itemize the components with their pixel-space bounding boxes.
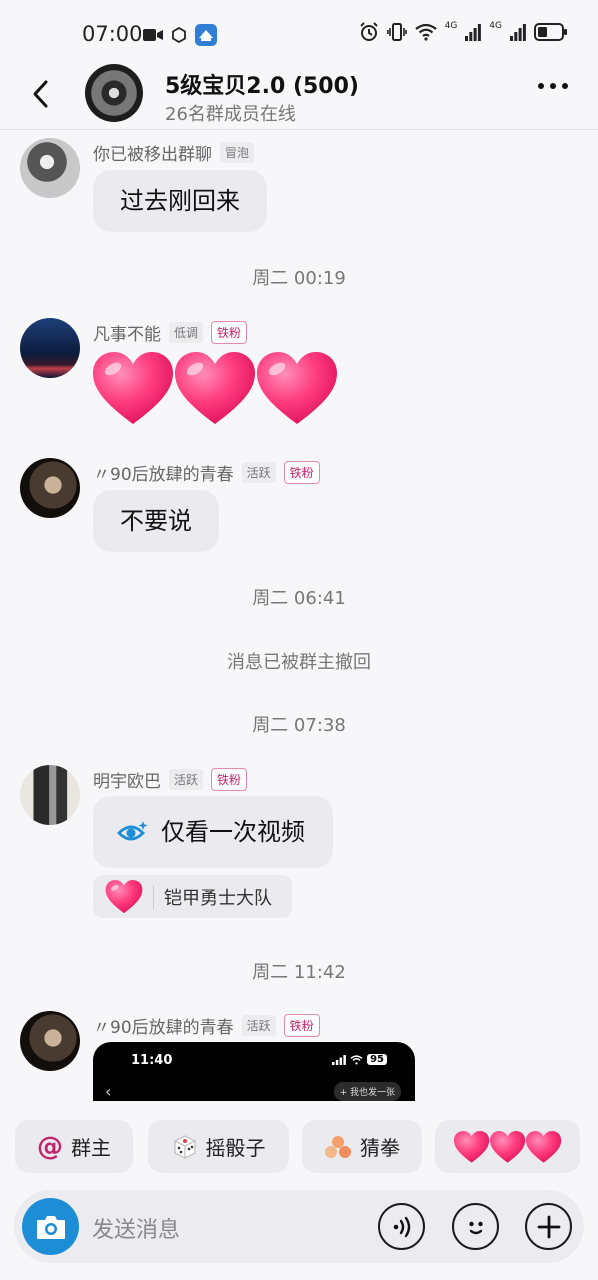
add-button[interactable] bbox=[525, 1203, 572, 1250]
image-pill: + 我也发一张 bbox=[333, 1082, 401, 1101]
status-bar: 07:00 4G 4G bbox=[0, 0, 598, 66]
rock-paper-scissors-button[interactable]: 猜拳 bbox=[302, 1120, 422, 1173]
timestamp: 周二 11:42 bbox=[252, 962, 346, 983]
mention-owner-button[interactable]: @ 群主 bbox=[15, 1120, 133, 1173]
message-input-bar: 发送消息 bbox=[14, 1190, 584, 1263]
heart-icon bbox=[105, 879, 143, 913]
chevron-left-icon: ‹ bbox=[105, 1082, 112, 1101]
plus-icon bbox=[537, 1215, 560, 1238]
heart-icon bbox=[175, 352, 255, 424]
at-icon: @ bbox=[37, 1131, 63, 1162]
sender-name: 凡事不能 bbox=[93, 325, 161, 345]
message-bubble[interactable]: 过去刚回来 bbox=[93, 170, 267, 232]
view-once-icon bbox=[117, 821, 148, 841]
emoji-button[interactable] bbox=[452, 1203, 499, 1250]
wifi-icon bbox=[414, 23, 437, 41]
quick-action-bar: @ 群主 摇骰子 猜拳 bbox=[0, 1115, 598, 1179]
network-type-2: 4G bbox=[489, 21, 502, 31]
app-notification-icon bbox=[195, 24, 217, 46]
avatar[interactable] bbox=[20, 138, 80, 198]
avatar[interactable] bbox=[20, 318, 80, 378]
fan-tag: 铁粉 bbox=[283, 1014, 320, 1037]
battery-icon bbox=[534, 23, 567, 41]
avatar[interactable] bbox=[20, 1011, 80, 1071]
level-tag: 活跃 bbox=[241, 1015, 276, 1036]
view-once-label: 仅看一次视频 bbox=[161, 818, 305, 846]
signal-4g-icon-2 bbox=[510, 24, 526, 41]
chat-messages[interactable]: 你已被移出群聊 冒泡 过去刚回来 周二 00:19 凡事不能 低调 铁粉 〃90… bbox=[0, 131, 598, 1101]
rock-paper-scissors-icon bbox=[325, 1135, 351, 1158]
sender-name: 明宇欧巴 bbox=[93, 772, 161, 792]
voice-button[interactable] bbox=[378, 1203, 425, 1250]
message-input[interactable]: 发送消息 bbox=[92, 1212, 180, 1244]
fan-tag: 铁粉 bbox=[211, 768, 248, 791]
back-button[interactable] bbox=[24, 76, 56, 112]
message-bubble[interactable]: 不要说 bbox=[93, 490, 219, 552]
video-icon bbox=[143, 29, 163, 41]
alarm-icon bbox=[359, 22, 378, 41]
chevron-left-icon bbox=[33, 80, 48, 108]
level-tag: 冒泡 bbox=[220, 142, 255, 163]
signal-4g-icon bbox=[465, 24, 482, 41]
signal-icon bbox=[332, 1054, 346, 1065]
view-once-video-bubble[interactable]: 仅看一次视频 bbox=[93, 796, 333, 868]
group-avatar[interactable] bbox=[85, 64, 143, 122]
camera-icon bbox=[36, 1215, 65, 1239]
camera-button[interactable] bbox=[22, 1198, 79, 1255]
sender-name: 你已被移出群聊 bbox=[93, 145, 212, 165]
chat-header: 5级宝贝2.0 (500) 26名群成员在线 bbox=[0, 58, 598, 130]
avatar[interactable] bbox=[20, 765, 80, 825]
fan-tag: 铁粉 bbox=[283, 461, 320, 484]
reaction-user: 铠甲勇士大队 bbox=[164, 887, 272, 909]
image-time: 11:40 bbox=[131, 1053, 173, 1068]
timestamp: 周二 06:41 bbox=[252, 588, 346, 609]
hearts-button[interactable] bbox=[435, 1120, 580, 1173]
heart-emoji-message[interactable] bbox=[93, 352, 337, 426]
status-time: 07:00 bbox=[82, 22, 143, 46]
avatar[interactable] bbox=[20, 458, 80, 518]
wifi-icon bbox=[350, 1054, 363, 1064]
network-type-1: 4G bbox=[444, 21, 458, 31]
timestamp: 周二 07:38 bbox=[252, 715, 346, 736]
online-count: 26名群成员在线 bbox=[165, 104, 296, 125]
heart-icon bbox=[257, 352, 337, 424]
vibrate-icon bbox=[386, 23, 407, 41]
fan-tag: 铁粉 bbox=[211, 321, 248, 344]
emoji-icon bbox=[468, 1221, 483, 1234]
hexagon-icon bbox=[172, 27, 186, 43]
heart-icon bbox=[93, 352, 173, 424]
dice-icon bbox=[173, 1134, 196, 1159]
more-options-button[interactable] bbox=[538, 83, 568, 89]
sender-name: 〃90后放肆的青春 bbox=[93, 1018, 234, 1038]
sender-name: 〃90后放肆的青春 bbox=[93, 465, 234, 485]
group-title[interactable]: 5级宝贝2.0 (500) bbox=[165, 68, 359, 100]
message-reaction[interactable]: 铠甲勇士大队 bbox=[93, 875, 292, 918]
timestamp: 周二 00:19 bbox=[252, 268, 346, 289]
level-tag: 活跃 bbox=[169, 769, 204, 790]
three-hearts-icon bbox=[453, 1130, 561, 1163]
image-battery: 95 bbox=[367, 1054, 387, 1065]
dice-button[interactable]: 摇骰子 bbox=[148, 1120, 289, 1173]
recall-notice: 消息已被群主撤回 bbox=[227, 652, 371, 673]
level-tag: 低调 bbox=[169, 322, 204, 343]
level-tag: 活跃 bbox=[241, 462, 276, 483]
image-message[interactable]: 11:40 95 ‹ + 我也发一张 bbox=[93, 1042, 415, 1101]
voice-icon bbox=[393, 1216, 410, 1237]
